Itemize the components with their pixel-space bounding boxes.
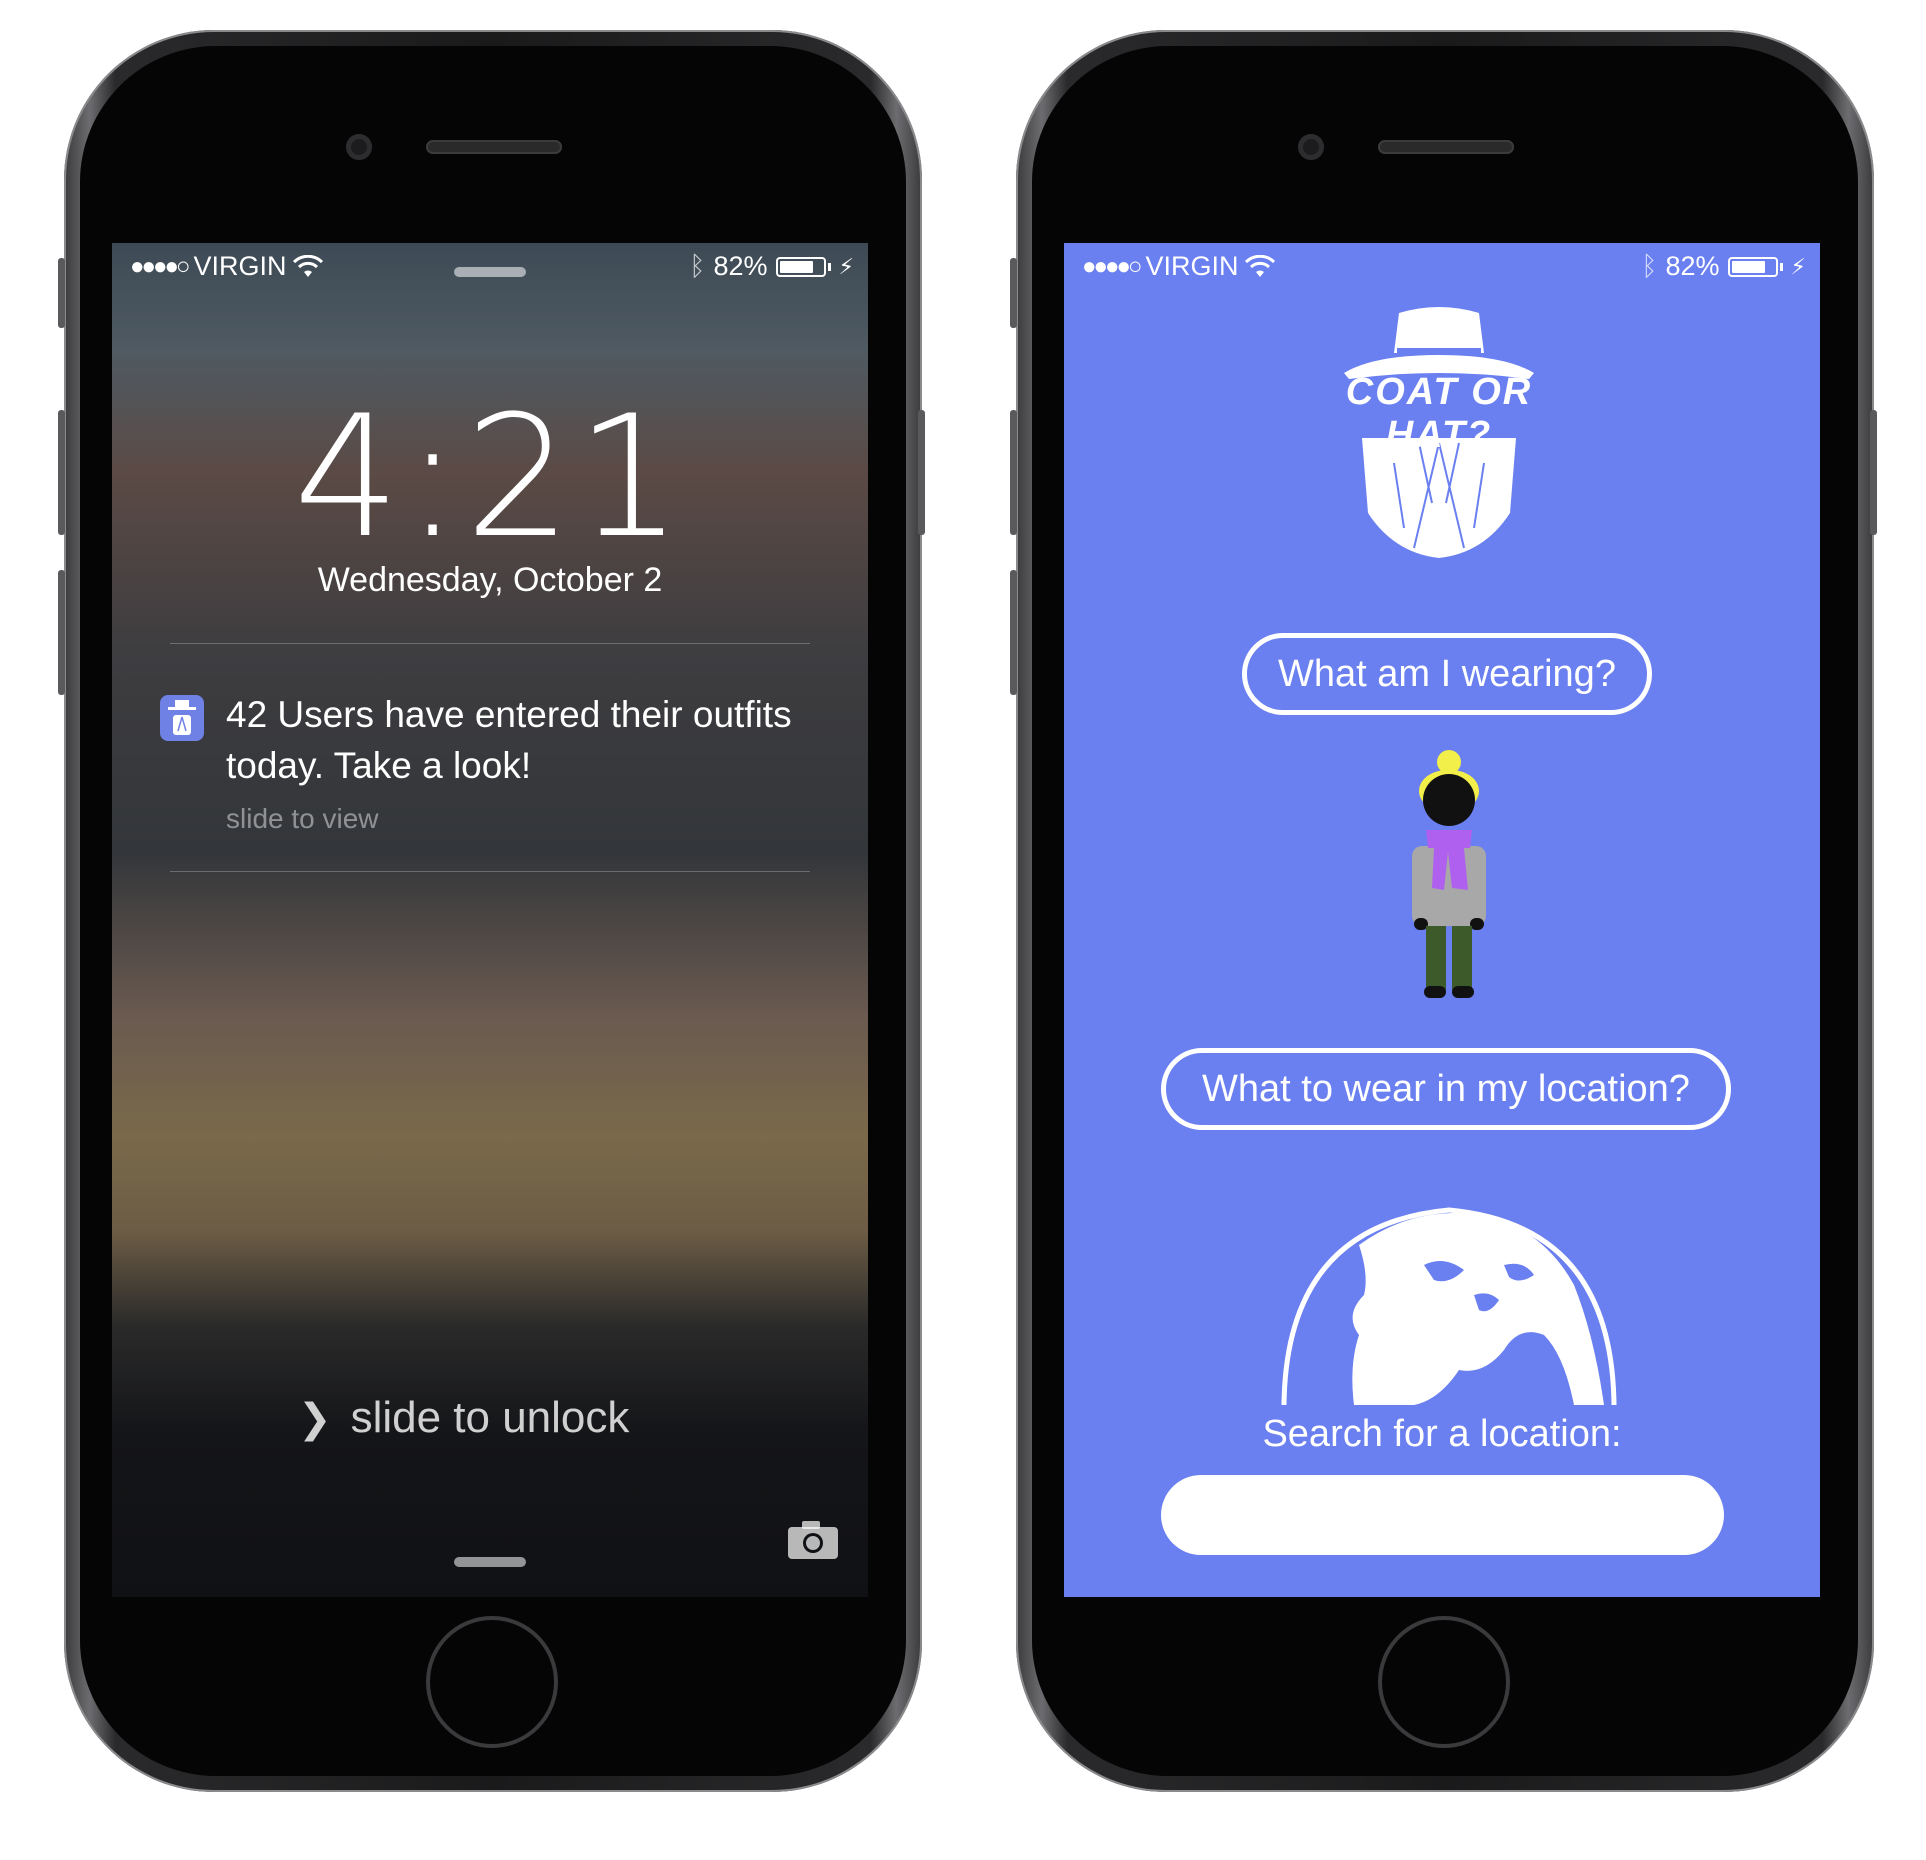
lock-clock: 4:21 xyxy=(293,379,687,575)
status-left: ●●●●○ VIRGIN xyxy=(1082,251,1275,282)
battery-icon xyxy=(775,256,826,277)
app-screen: ●●●●○ VIRGIN ᛒ 82% ⚡ COAT OR HAT? What a… xyxy=(1064,243,1820,1597)
battery-fill xyxy=(1731,260,1766,273)
earpiece xyxy=(426,140,562,154)
bluetooth-icon: ᛒ xyxy=(1641,251,1658,281)
left-phone-volume-down[interactable] xyxy=(58,570,65,695)
notification-message: 42 Users have entered their outfits toda… xyxy=(226,694,792,786)
control-center-grabber[interactable] xyxy=(454,1557,526,1567)
front-camera-icon xyxy=(1298,134,1324,160)
lock-date: Wednesday, October 2 xyxy=(317,561,663,599)
right-phone-volume-up[interactable] xyxy=(1010,410,1017,535)
location-search-input[interactable] xyxy=(1161,1475,1724,1555)
app-notification-icon xyxy=(160,695,204,741)
left-phone-mute-switch[interactable] xyxy=(58,258,65,328)
camera-icon[interactable] xyxy=(786,1519,840,1561)
outfit-figure-icon xyxy=(1412,750,1486,998)
battery-percent: 82% xyxy=(1665,251,1720,281)
what-am-i-wearing-label: What am I wearing? xyxy=(1278,652,1616,695)
earpiece xyxy=(1378,140,1514,154)
status-right: ᛒ 82% ⚡ xyxy=(1641,251,1806,282)
signal-strength-icon: ●●●●○ xyxy=(130,252,191,280)
status-bar: ●●●●○ VIRGIN ᛒ 82% ⚡ xyxy=(1064,243,1820,287)
logo-title: COAT OR HAT? xyxy=(1345,371,1533,456)
charging-icon: ⚡ xyxy=(1790,253,1806,279)
what-am-i-wearing-button[interactable]: What am I wearing? xyxy=(1242,633,1652,715)
what-to-wear-label: What to wear in my location? xyxy=(1202,1067,1690,1110)
wifi-icon xyxy=(1244,254,1275,277)
notification-action-hint: slide to view xyxy=(226,803,379,834)
carrier-name: VIRGIN xyxy=(1145,251,1239,281)
front-camera-icon xyxy=(346,134,372,160)
right-phone-volume-down[interactable] xyxy=(1010,570,1017,695)
right-phone-mute-switch[interactable] xyxy=(1010,258,1017,328)
status-bar: ●●●●○ VIRGIN ᛒ 82% ⚡ xyxy=(112,243,868,287)
left-phone-volume-up[interactable] xyxy=(58,410,65,535)
left-phone-power-button[interactable] xyxy=(918,410,925,535)
status-left: ●●●●○ VIRGIN xyxy=(130,251,323,282)
charging-icon: ⚡ xyxy=(838,253,854,279)
home-button[interactable] xyxy=(426,1616,558,1748)
right-phone-power-button[interactable] xyxy=(1870,410,1877,535)
bluetooth-icon: ᛒ xyxy=(689,251,706,281)
status-right: ᛒ 82% ⚡ xyxy=(689,251,854,282)
battery-tip xyxy=(827,262,831,271)
carrier-name: VIRGIN xyxy=(193,251,287,281)
battery-fill xyxy=(779,260,814,273)
wifi-icon xyxy=(292,254,323,277)
app-logo: COAT OR HAT? xyxy=(1314,303,1564,563)
battery-percent: 82% xyxy=(713,251,768,281)
battery-icon xyxy=(1727,256,1778,277)
slide-to-unlock[interactable]: slide to unlock xyxy=(112,1393,868,1443)
signal-strength-icon: ●●●●○ xyxy=(1082,252,1143,280)
notification-center-grabber[interactable] xyxy=(454,267,526,277)
home-button[interactable] xyxy=(1378,1616,1510,1748)
notification-divider-bottom xyxy=(170,871,810,872)
notification-divider-top xyxy=(170,643,810,644)
lock-screen: ●●●●○ VIRGIN ᛒ 82% ⚡ 4:21 Wednesday, Oct… xyxy=(112,243,868,1597)
search-label: Search for a location: xyxy=(1262,1413,1622,1455)
globe-icon xyxy=(1281,1207,1617,1405)
battery-tip xyxy=(1779,262,1783,271)
what-to-wear-in-location-button[interactable]: What to wear in my location? xyxy=(1161,1048,1731,1130)
